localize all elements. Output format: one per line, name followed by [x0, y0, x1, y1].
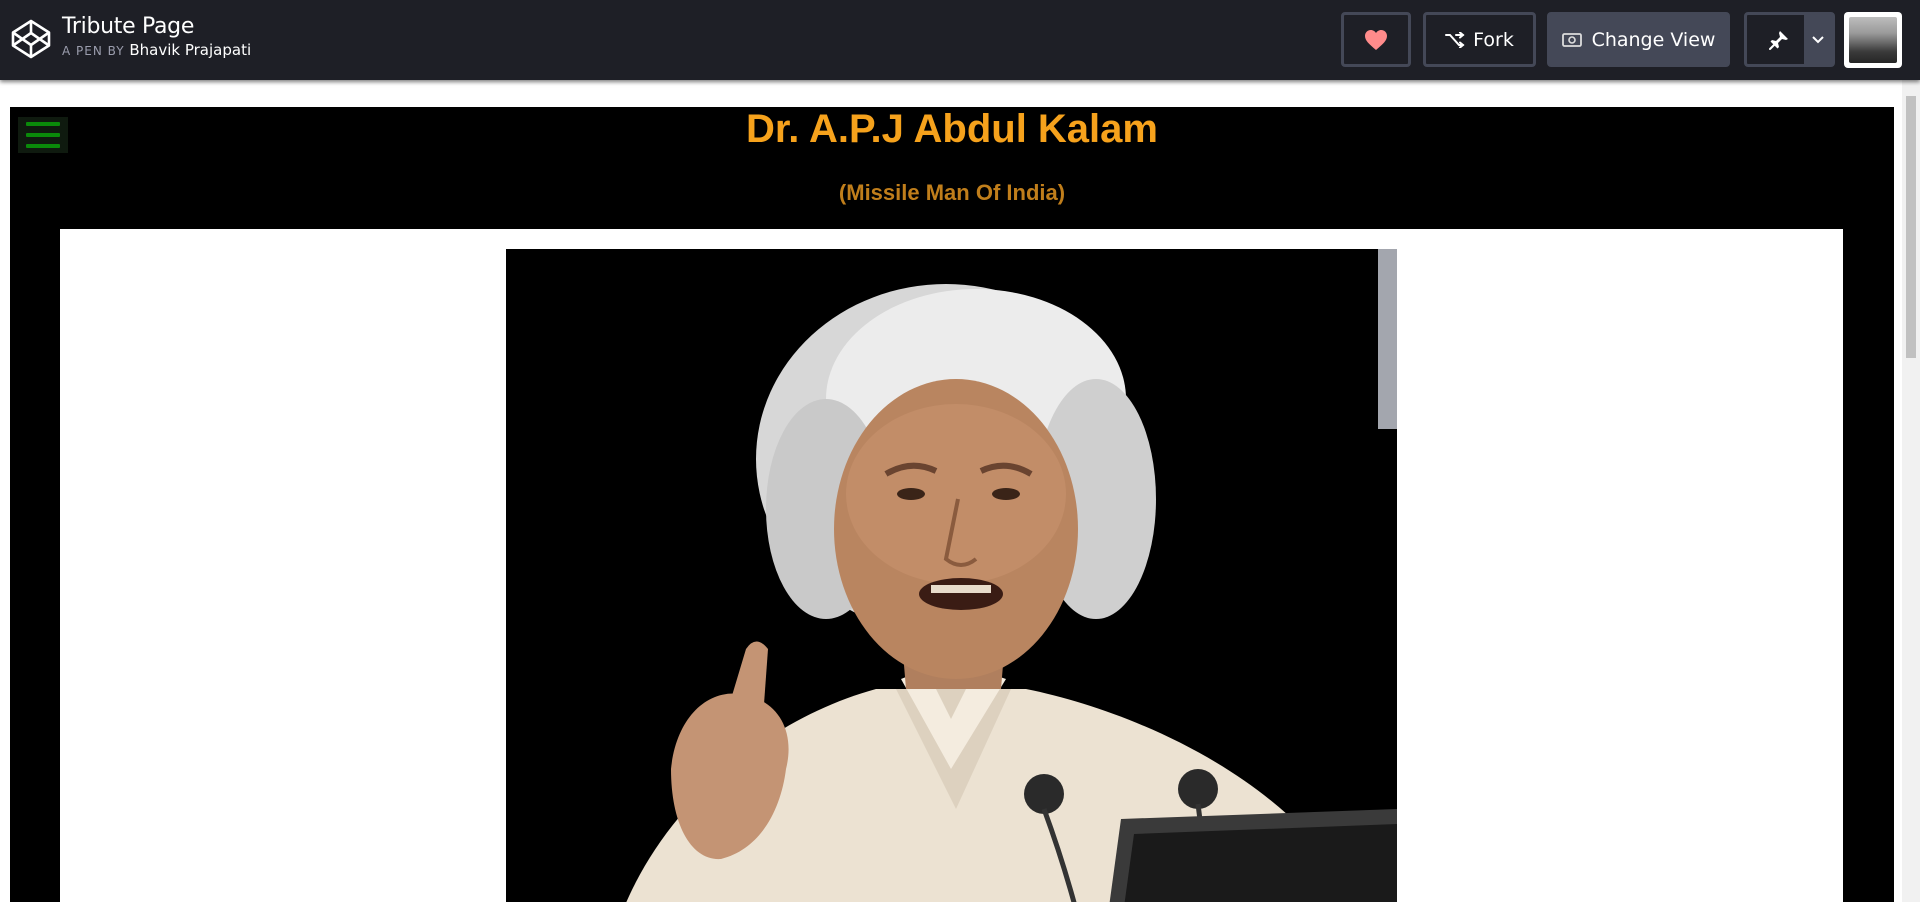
avatar-image — [1849, 17, 1897, 63]
change-view-label: Change View — [1591, 28, 1716, 51]
pin-dropdown-toggle[interactable] — [1804, 15, 1832, 64]
page-title: Dr. A.P.J Abdul Kalam — [746, 107, 1158, 151]
codepen-topbar: Tribute Page A PEN BY Bhavik Prajapati F… — [0, 0, 1920, 80]
portrait-image — [506, 249, 1397, 902]
pen-author-line: A PEN BY Bhavik Prajapati — [62, 42, 251, 59]
change-view-icon — [1561, 32, 1582, 47]
pen-title-block: Tribute Page A PEN BY Bhavik Prajapati — [62, 12, 251, 59]
fork-button[interactable]: Fork — [1423, 12, 1536, 67]
pen-author-link[interactable]: Bhavik Prajapati — [129, 41, 251, 59]
heart-icon — [1365, 29, 1387, 50]
page-subtitle: (Missile Man Of India) — [838, 180, 1066, 205]
tribute-page: Dr. A.P.J Abdul Kalam (Missile Man Of In… — [10, 107, 1894, 902]
pin-button[interactable] — [1744, 12, 1835, 67]
change-view-button[interactable]: Change View — [1547, 12, 1730, 67]
pin-icon — [1768, 30, 1788, 50]
preview-scrollbar[interactable] — [1902, 80, 1920, 902]
codepen-logo-icon[interactable] — [10, 18, 52, 60]
pen-title[interactable]: Tribute Page — [62, 12, 251, 42]
user-avatar[interactable] — [1844, 12, 1902, 68]
hamburger-menu-icon[interactable] — [18, 117, 68, 153]
pen-by-prefix: A PEN BY — [62, 44, 125, 58]
heart-button[interactable] — [1341, 12, 1411, 67]
preview-frame: Dr. A.P.J Abdul Kalam (Missile Man Of In… — [0, 80, 1920, 902]
fork-label: Fork — [1473, 28, 1514, 51]
fork-icon — [1445, 31, 1465, 48]
scrollbar-thumb[interactable] — [1906, 96, 1916, 358]
chevron-down-icon — [1812, 35, 1824, 43]
image-card — [60, 229, 1843, 902]
